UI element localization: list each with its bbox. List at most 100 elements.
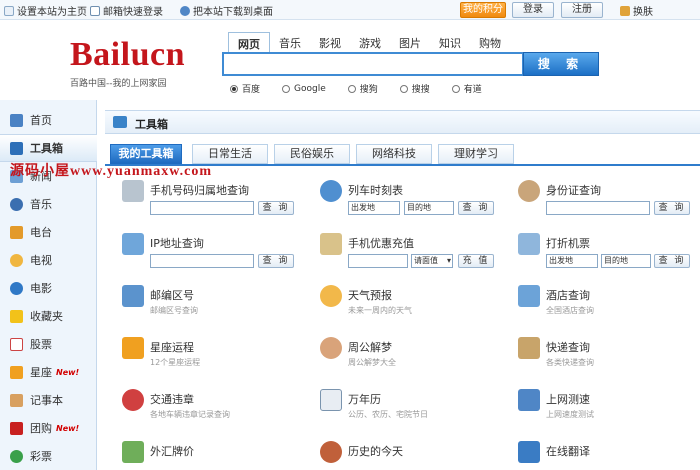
traffic-icon (122, 389, 144, 411)
stock-icon (10, 337, 23, 351)
tool-history-today[interactable]: 历史的今天 (320, 441, 500, 469)
tool-dream-interpretation[interactable]: 周公解梦 周公解梦大全 (320, 337, 500, 371)
horoscope-icon (10, 365, 23, 379)
sidebar-item-radio[interactable]: 电台 (0, 218, 97, 246)
tool-title: 列车时刻表 (348, 184, 403, 197)
search-tab-video[interactable]: 影视 (310, 32, 350, 52)
sidebar-item-notepad[interactable]: 记事本 (0, 386, 97, 414)
tool-desc: 公历、农历、宅院节日 (348, 410, 428, 419)
tool-title: 手机号码归属地查询 (150, 184, 249, 197)
engine-youdao[interactable]: 有道 (451, 82, 482, 95)
sidebar-item-movie[interactable]: 电影 (0, 274, 97, 302)
home-icon (10, 113, 23, 127)
tool-title: 身份证查询 (546, 184, 601, 197)
skin-icon (620, 5, 630, 16)
sidebar-item-toolbox[interactable]: 工具箱 (0, 134, 97, 162)
my-points-button[interactable]: 我的积分 (460, 2, 506, 18)
home-icon (4, 5, 14, 16)
tool-desc: 周公解梦大全 (348, 358, 396, 367)
search-input[interactable] (222, 52, 524, 76)
tool-title: 交通违章 (150, 393, 194, 406)
phone-query-button[interactable]: 查 询 (258, 201, 294, 215)
tool-title: 外汇牌价 (150, 445, 194, 458)
phone-number-input[interactable] (150, 201, 254, 215)
phone-icon (122, 180, 144, 202)
monitor-icon (518, 389, 540, 411)
panel-title: 工具箱 (135, 118, 168, 131)
login-button[interactable]: 登录 (512, 2, 554, 18)
flight-to-input[interactable]: 目的地 (601, 254, 651, 268)
tool-traffic-violation[interactable]: 交通违章 各地车辆违章记录查询 (122, 389, 302, 423)
tool-weather[interactable]: 天气预报 未来一周内的天气 (320, 285, 500, 319)
engine-baidu[interactable]: 百度 (230, 82, 260, 95)
search-tab-knowledge[interactable]: 知识 (430, 32, 470, 52)
id-card-query-button[interactable]: 查 询 (654, 201, 690, 215)
translate-icon (518, 441, 540, 463)
search-engines: 百度 Google 搜狗 搜搜 有道 (230, 82, 504, 95)
flight-from-input[interactable]: 出发地 (546, 254, 598, 268)
site-logo[interactable]: Bailucn 百路中国--我的上网家园 (70, 36, 200, 96)
tool-express[interactable]: 快递查询 各类快递查询 (518, 337, 698, 371)
tool-speed-test[interactable]: 上网测速 上网速度测试 (518, 389, 698, 423)
recharge-button[interactable]: 充 值 (458, 254, 494, 268)
tool-translate[interactable]: 在线翻译 (518, 441, 698, 469)
tool-desc: 各地车辆违章记录查询 (150, 410, 230, 419)
logo-name: Bailucn (70, 36, 185, 73)
skin-link[interactable]: 换肤 (620, 3, 653, 18)
search-tab-web[interactable]: 网页 (228, 32, 270, 52)
radio-icon (451, 84, 460, 93)
panel-header: 工具箱 (105, 110, 700, 134)
tool-calendar[interactable]: 万年历 公历、农历、宅院节日 (320, 389, 500, 423)
tool-exchange-rate[interactable]: 外汇牌价 (122, 441, 302, 469)
package-icon (518, 337, 540, 359)
sidebar-item-tv[interactable]: 电视 (0, 246, 97, 274)
search-tab-shopping[interactable]: 购物 (470, 32, 510, 52)
sidebar-item-stocks[interactable]: 股票 (0, 330, 97, 358)
recharge-amount-select[interactable]: 请面值 (411, 254, 453, 268)
tab-folk-entertainment[interactable]: 民俗娱乐 (274, 144, 350, 164)
search-tab-music[interactable]: 音乐 (270, 32, 310, 52)
engine-sogou[interactable]: 搜狗 (347, 82, 378, 95)
email-login-link[interactable]: 邮箱快速登录 (90, 3, 163, 18)
tool-horoscope[interactable]: 星座运程 12个星座运程 (122, 337, 302, 371)
tool-title: 邮编区号 (150, 289, 194, 302)
sidebar-item-groupbuy[interactable]: 团购 New! (0, 414, 97, 442)
search-tab-images[interactable]: 图片 (390, 32, 430, 52)
tool-title: 快递查询 (546, 341, 590, 354)
calendar-icon (320, 389, 342, 411)
sidebar-item-favorites[interactable]: 收藏夹 (0, 302, 97, 330)
engine-google[interactable]: Google (282, 82, 326, 95)
search-tab-games[interactable]: 游戏 (350, 32, 390, 52)
tool-hotel[interactable]: 酒店查询 全国酒店查询 (518, 285, 698, 319)
recharge-number-input[interactable] (348, 254, 408, 268)
sidebar-item-lottery[interactable]: 彩票 (0, 442, 97, 470)
set-home-link[interactable]: 设置本站为主页 (4, 3, 87, 18)
engine-soso[interactable]: 搜搜 (399, 82, 430, 95)
flight-query-button[interactable]: 查 询 (654, 254, 690, 268)
tool-desc: 各类快递查询 (546, 358, 594, 367)
tab-finance-study[interactable]: 理财学习 (438, 144, 514, 164)
save-to-desktop-link[interactable]: 把本站下载到桌面 (180, 3, 273, 18)
sidebar-item-horoscope[interactable]: 星座 New! (0, 358, 97, 386)
radio-icon (10, 225, 23, 239)
train-from-input[interactable]: 出发地 (348, 201, 400, 215)
register-button[interactable]: 注册 (561, 2, 603, 18)
id-card-input[interactable] (546, 201, 650, 215)
radio-icon (399, 84, 408, 93)
train-to-input[interactable]: 目的地 (404, 201, 454, 215)
search-button[interactable]: 搜 索 (523, 52, 599, 76)
ip-input[interactable] (150, 254, 254, 268)
person-icon (320, 337, 342, 359)
tool-postcode[interactable]: 邮编区号 邮编区号查询 (122, 285, 302, 319)
sidebar-item-music[interactable]: 音乐 (0, 190, 97, 218)
tool-title: 手机优惠充值 (348, 237, 414, 250)
sun-icon (320, 285, 342, 307)
sidebar-item-home[interactable]: 首页 (0, 106, 97, 134)
tool-desc: 全国酒店查询 (546, 306, 594, 315)
groupbuy-icon (10, 421, 23, 435)
ip-query-button[interactable]: 查 询 (258, 254, 294, 268)
tool-title: 天气预报 (348, 289, 392, 302)
train-query-button[interactable]: 查 询 (458, 201, 494, 215)
tab-network-tech[interactable]: 网络科技 (356, 144, 432, 164)
new-badge: New! (56, 367, 80, 377)
